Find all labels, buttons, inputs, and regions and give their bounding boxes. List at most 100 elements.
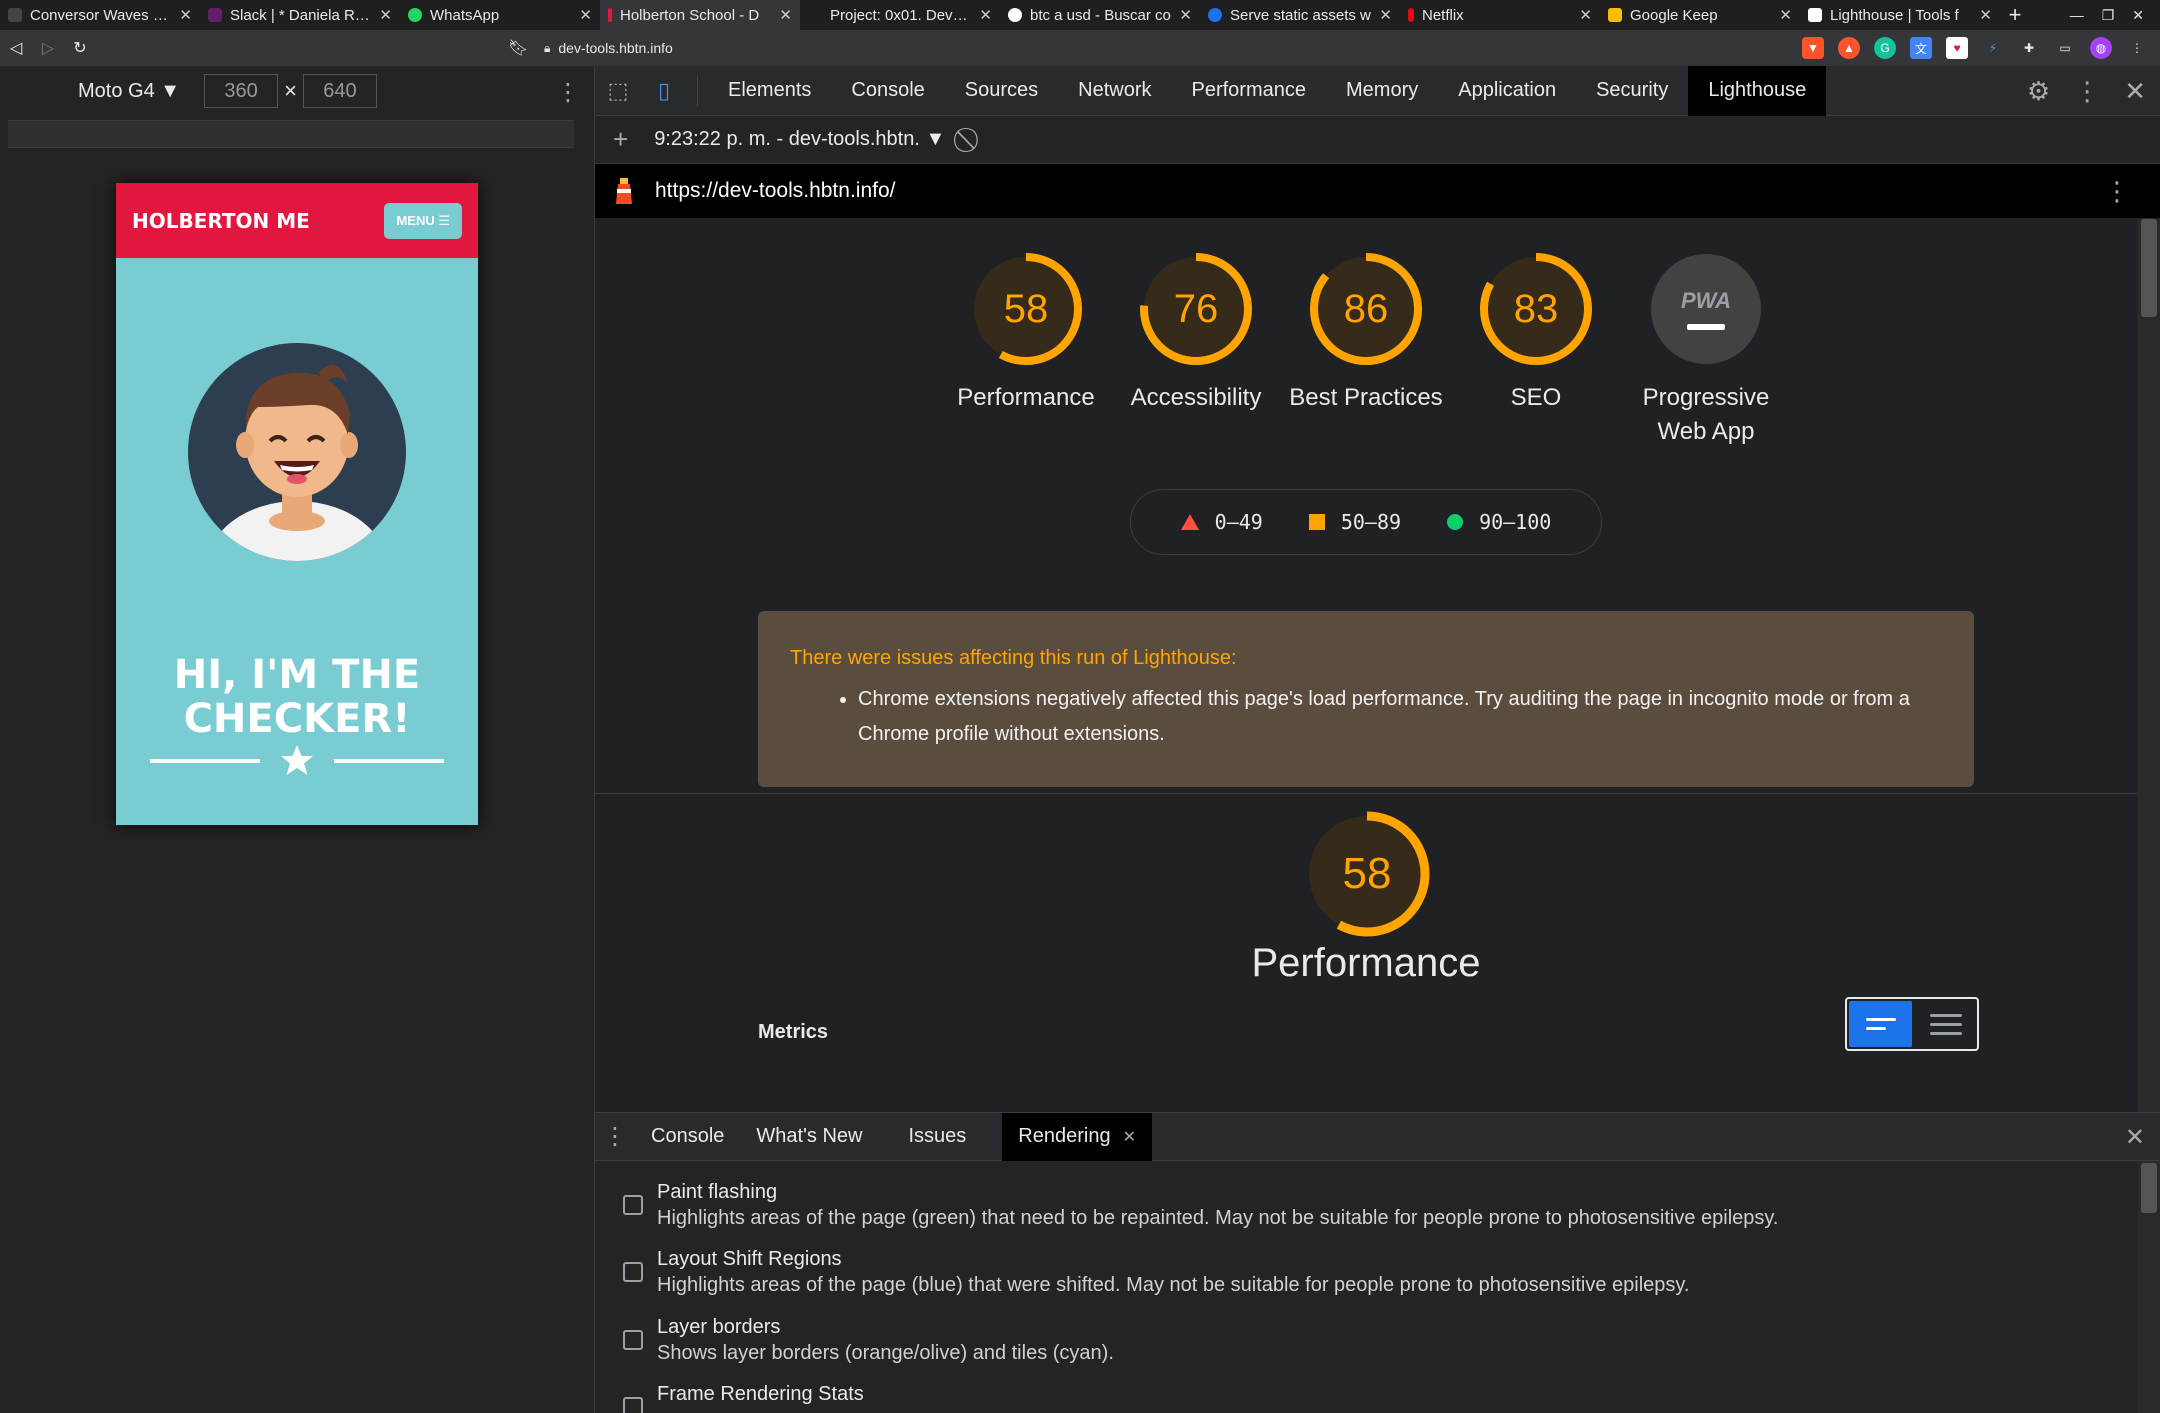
scrollbar-thumb[interactable] — [2141, 219, 2157, 317]
cast-icon[interactable]: ▭ — [2054, 37, 2076, 59]
grammarly-icon[interactable]: G — [1874, 37, 1896, 59]
profile-avatar[interactable]: ◍ — [2090, 37, 2112, 59]
browser-tab[interactable]: WhatsApp ✕ — [400, 0, 600, 30]
option-title: Frame Rendering Stats — [657, 1383, 864, 1405]
puzzle-icon[interactable]: ✚ — [2018, 37, 2040, 59]
minimize-icon[interactable]: — — [2070, 7, 2084, 23]
browser-tab[interactable]: Project: 0x01. Develo ✕ — [800, 0, 1000, 30]
close-icon[interactable]: ✕ — [1379, 6, 1392, 24]
close-drawer-icon[interactable]: ✕ — [2125, 1123, 2145, 1152]
frame-rendering-checkbox[interactable] — [623, 1397, 643, 1413]
device-width-input[interactable]: 360 — [204, 74, 279, 108]
gauge-accessibility[interactable]: 76 Accessibility — [1119, 249, 1273, 449]
close-icon[interactable]: ✕ — [1179, 6, 1192, 24]
report-select[interactable]: 9:23:22 p. m. - dev-tools.hbtn. ▼ — [654, 128, 945, 151]
add-report-icon[interactable]: + — [613, 124, 628, 155]
bookmark-icon[interactable]: 🔖︎ — [508, 38, 528, 58]
inspect-element-icon[interactable]: ⬚ — [595, 78, 641, 104]
rendering-option: Layout Shift Regions Highlights areas of … — [623, 1246, 1689, 1298]
report-menu-icon[interactable]: ⋮ — [2104, 176, 2130, 207]
tab-console[interactable]: Console — [831, 66, 944, 116]
browser-tab[interactable]: Google Keep ✕ — [1600, 0, 1800, 30]
close-window-icon[interactable]: ✕ — [2132, 7, 2144, 24]
gauge-performance[interactable]: 58 Performance — [949, 249, 1103, 449]
drawer-tab-console[interactable]: Console — [635, 1113, 740, 1161]
browser-tab[interactable]: Slack | * Daniela Ram ✕ — [200, 0, 400, 30]
drawer-scrollbar[interactable] — [2138, 1161, 2160, 1413]
browser-tab[interactable]: Conversor Waves Dó ✕ — [0, 0, 200, 30]
media-query-ruler[interactable] — [8, 120, 574, 148]
device-toolbar-icon[interactable]: ▯ — [641, 78, 687, 104]
close-icon[interactable]: ✕ — [2124, 76, 2146, 107]
pwa-logo-icon: PWA — [1680, 288, 1732, 313]
paint-flashing-checkbox[interactable] — [623, 1195, 643, 1215]
gauge-label: Performance — [957, 384, 1095, 411]
brave-shield-icon[interactable]: ▼ — [1802, 37, 1824, 59]
device-select[interactable]: Moto G4 ▼ — [78, 80, 180, 103]
close-icon[interactable]: ✕ — [979, 6, 992, 24]
device-height-input[interactable]: 640 — [302, 74, 377, 108]
close-icon[interactable]: ✕ — [1779, 6, 1792, 24]
translate-icon[interactable]: 文 — [1910, 37, 1932, 59]
close-icon[interactable]: ✕ — [179, 6, 192, 24]
browser-tab[interactable]: btc a usd - Buscar co ✕ — [1000, 0, 1200, 30]
extension-icon[interactable]: ⚡ — [1982, 37, 2004, 59]
brave-rewards-icon[interactable]: ▲ — [1838, 37, 1860, 59]
back-icon[interactable]: ◁ — [0, 38, 32, 58]
tab-sources[interactable]: Sources — [945, 66, 1058, 116]
restore-icon[interactable]: ❐ — [2102, 7, 2115, 24]
layout-shift-checkbox[interactable] — [623, 1262, 643, 1282]
close-icon[interactable]: ✕ — [1979, 6, 1992, 24]
close-icon[interactable]: ✕ — [579, 6, 592, 24]
browser-tab[interactable]: Lighthouse | Tools f ✕ — [1800, 0, 2000, 30]
drawer-tab-whats-new[interactable]: What's New — [740, 1113, 878, 1161]
reload-icon[interactable]: ↻ — [64, 38, 96, 58]
browser-menu-icon[interactable]: ⋮ — [2126, 37, 2148, 59]
device-options-icon[interactable]: ⋮ — [556, 78, 580, 107]
drawer-menu-icon[interactable]: ⋮ — [595, 1122, 635, 1151]
expanded-view-button[interactable] — [1914, 999, 1977, 1049]
gauge-seo[interactable]: 83 SEO — [1459, 249, 1613, 449]
browser-tab[interactable]: Holberton School - D ✕ — [600, 0, 800, 30]
report-scrollbar[interactable] — [2138, 219, 2160, 1112]
tab-elements[interactable]: Elements — [708, 66, 831, 116]
tab-application[interactable]: Application — [1438, 66, 1576, 116]
drawer-tab-issues[interactable]: Issues — [878, 1113, 982, 1161]
close-icon[interactable]: ✕ — [779, 6, 792, 24]
scrollbar-thumb[interactable] — [2141, 1163, 2157, 1213]
tab-performance[interactable]: Performance — [1172, 66, 1327, 116]
times-icon: × — [284, 78, 297, 103]
browser-tab[interactable]: Serve static assets w ✕ — [1200, 0, 1400, 30]
pocket-icon[interactable]: ♥ — [1946, 37, 1968, 59]
devtools-panel: ⬚ ▯ Elements Console Sources Network Per… — [594, 65, 2160, 1413]
new-tab-button[interactable]: + — [2000, 0, 2030, 30]
menu-button[interactable]: MENU ☰ — [384, 202, 462, 239]
emulated-viewport[interactable]: HOLBERTON ME MENU ☰ HI, I'M THE CHECKER! — [116, 183, 478, 825]
hero-line: CHECKER! — [183, 696, 411, 742]
close-icon[interactable]: ✕ — [379, 6, 392, 24]
tab-lighthouse[interactable]: Lighthouse — [1688, 65, 1827, 116]
gauge-label: Best Practices — [1289, 384, 1443, 411]
compact-view-button[interactable] — [1849, 1001, 1912, 1047]
tab-security[interactable]: Security — [1576, 66, 1688, 116]
gauge-best-practices[interactable]: 86 Best Practices — [1289, 249, 1443, 449]
tab-network[interactable]: Network — [1058, 66, 1171, 116]
address-bar[interactable]: 🔒︎ dev-tools.hbtn.info — [544, 34, 1554, 62]
tab-memory[interactable]: Memory — [1326, 66, 1438, 116]
close-icon[interactable]: ✕ — [1579, 6, 1592, 24]
devtools-menu-icon[interactable]: ⋮ — [2074, 76, 2100, 107]
gear-icon[interactable]: ⚙ — [2027, 76, 2050, 107]
lighthouse-report: 58 Performance 76 Accessibility 86 Best … — [595, 219, 2137, 1112]
forward-icon[interactable]: ▷ — [32, 38, 64, 58]
rendering-option: Frame Rendering Stats — [623, 1381, 864, 1413]
drawer-tab-rendering[interactable]: Rendering ✕ — [1002, 1112, 1152, 1161]
gauge-label: Progressive Web App — [1642, 384, 1770, 445]
site-brand[interactable]: HOLBERTON ME — [132, 209, 310, 233]
address-text[interactable]: dev-tools.hbtn.info — [558, 40, 672, 56]
browser-tab[interactable]: Netflix ✕ — [1400, 0, 1600, 30]
warning-item: Chrome extensions negatively affected th… — [858, 682, 1942, 752]
close-icon[interactable]: ✕ — [1123, 1127, 1136, 1147]
layer-borders-checkbox[interactable] — [623, 1330, 643, 1350]
gauge-pwa[interactable]: PWA Progressive Web App — [1629, 249, 1783, 449]
report-url[interactable]: https://dev-tools.hbtn.info/ — [655, 179, 895, 203]
